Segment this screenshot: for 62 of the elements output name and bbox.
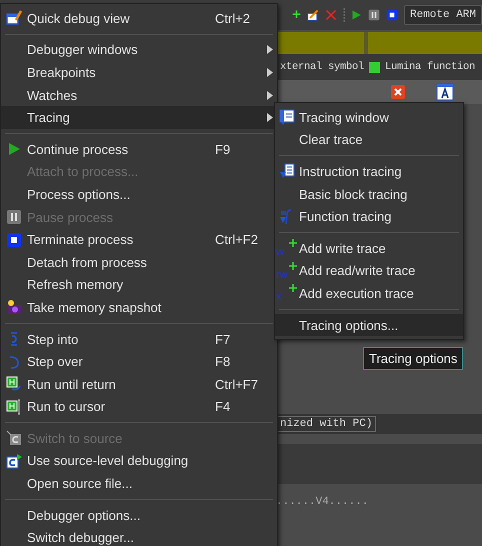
plus-icon [289,284,297,292]
submenu-item[interactable]: x Add execution trace [275,282,463,305]
legend-label: xternal symbol [280,61,364,73]
pause-icon[interactable] [368,7,380,23]
plus-icon [289,239,297,248]
stop-icon[interactable] [386,7,398,23]
window-icon[interactable] [436,83,454,101]
stop-icon [6,232,22,248]
menu-item[interactable]: Debugger windows [1,38,277,62]
submenu-arrow-icon [267,45,273,54]
menu-item[interactable]: Use source-level debugging [1,450,277,472]
submenu-item[interactable]: Basic block tracing [275,182,463,206]
menu-item[interactable]: Terminate process Ctrl+F2 [1,228,277,251]
camera-icon [6,299,22,316]
submenu-arrow-icon [267,68,273,77]
submenu-arrow-icon [267,90,273,100]
run-cursor-icon [6,398,22,415]
menu-item[interactable]: Quick debug view Ctrl+2 [1,7,277,30]
edit-icon[interactable] [307,7,320,23]
menu-item[interactable]: Open source file... [1,472,277,495]
trace-icon-letters: w [276,247,284,258]
submenu-item[interactable]: Clear trace [275,128,463,152]
menu-item[interactable]: Process options... [1,183,277,206]
list-window-icon [279,109,295,126]
list-arrow-icon [279,163,295,180]
plus-icon [289,262,297,270]
menu-item[interactable]: Breakpoints [1,61,277,84]
menu-item[interactable]: Debugger options... [1,504,277,526]
trace-icon-letters: rw [276,270,288,281]
menu-item[interactable]: Detach from process [1,250,277,274]
hex-line: ......V4...... [276,496,368,508]
submenu-arrow-icon [267,113,273,122]
menu-item[interactable]: Run until return Ctrl+F7 [1,372,277,396]
run-return-icon [6,376,22,392]
submenu-item[interactable]: Function tracing [275,205,463,228]
menu-item[interactable]: Tracing [1,106,277,129]
submenu-item[interactable]: Tracing options... [275,314,463,336]
delete-icon[interactable] [325,7,338,23]
debugger-select[interactable]: Remote ARM [404,5,482,25]
pause-icon [6,209,22,226]
tooltip: Tracing options [363,347,464,370]
trace-icon-letters: x [276,292,282,304]
legend-label: Lumina function [385,61,476,73]
menu-item[interactable]: Continue process F9 [1,138,277,161]
submenu-item[interactable]: rw Add read/write trace [275,260,463,282]
menu-item[interactable]: Watches [1,84,277,106]
sync-status: nized with PC) [276,416,376,432]
play-icon [6,141,22,158]
source-file-icon [6,430,22,446]
window-pencil-icon [6,10,22,26]
toolbar-grip-icon [343,6,346,24]
source-file-icon [6,452,22,469]
submenu-item[interactable]: w Add write trace [275,236,463,260]
submenu-item[interactable]: Tracing window [275,106,463,129]
close-icon[interactable] [390,84,406,100]
menu-item[interactable]: Step into F7 [1,328,277,350]
menu-item[interactable]: Refresh memory [1,274,277,296]
menu-item[interactable]: Step over F8 [1,350,277,373]
menu-item[interactable]: Switch debugger... [1,526,277,546]
menu-item[interactable]: Run to cursor F4 [1,396,277,418]
menu-item[interactable]: Take memory snapshot [1,296,277,319]
submenu-item[interactable]: Instruction tracing [275,160,463,183]
